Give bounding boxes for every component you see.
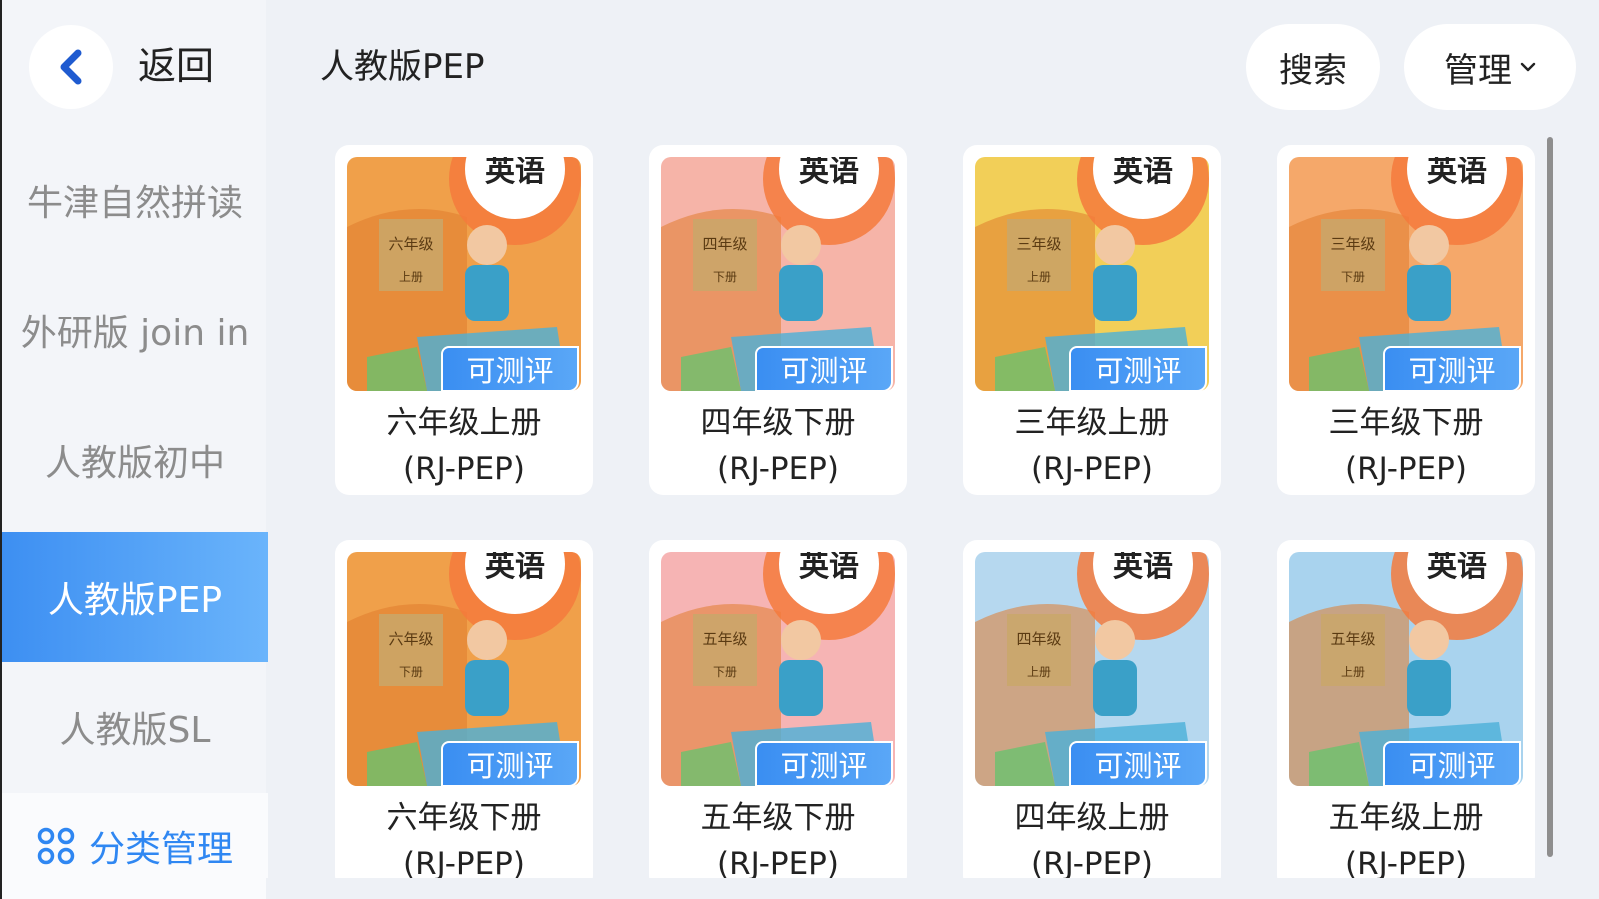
- cover-character-head: [781, 225, 821, 265]
- cover-character-head: [781, 620, 821, 660]
- assessable-badge: 可测评: [755, 741, 893, 787]
- sidebar-item-label: 牛津自然拼读: [26, 183, 243, 224]
- cover-character-body: [779, 660, 823, 716]
- cover-character-body: [1407, 660, 1451, 716]
- page-title: 人教版PEP: [320, 47, 485, 87]
- back-row[interactable]: 返回: [2, 0, 268, 135]
- cover-subject: 英语: [1113, 157, 1173, 189]
- cover-grade: 三年级: [1330, 235, 1375, 253]
- book-edition: (RJ-PEP): [717, 451, 839, 487]
- cover-subject: 英语: [485, 552, 545, 584]
- book-card[interactable]: 英语 三年级 下册 可测评 三年级下册 (RJ-PEP): [1277, 145, 1535, 495]
- cover-volume: 上册: [399, 270, 423, 284]
- sidebar-item-label: 人教版初中: [44, 443, 225, 484]
- cover-character-body: [1093, 265, 1137, 321]
- book-title: 六年级上册: [386, 405, 542, 441]
- sidebar-item-label: 外研版 join in: [20, 313, 250, 354]
- cover-character-body: [465, 660, 509, 716]
- cover-grade: 六年级: [388, 235, 433, 253]
- cover-character-head: [1409, 620, 1449, 660]
- manage-dropdown[interactable]: 管理: [1404, 24, 1576, 110]
- sidebar: 返回 牛津自然拼读 外研版 join in 人教版初中 人教版PEP 人教版SL…: [0, 0, 268, 899]
- chevron-left-icon: [60, 49, 82, 85]
- cover-subject: 英语: [485, 157, 545, 189]
- cover-volume: 下册: [1341, 270, 1365, 284]
- assessable-badge: 可测评: [441, 741, 579, 787]
- assessable-badge: 可测评: [1383, 741, 1521, 787]
- book-card[interactable]: 英语 六年级 下册 可测评 六年级下册 (RJ-PEP): [335, 540, 593, 890]
- search-button[interactable]: 搜索: [1246, 24, 1380, 110]
- cover-character-head: [467, 620, 507, 660]
- book-title: 六年级下册: [386, 800, 542, 836]
- cover-character-body: [1407, 265, 1451, 321]
- cover-grade: 五年级: [702, 630, 747, 648]
- book-title: 五年级上册: [1328, 800, 1484, 836]
- cover-subject: 英语: [1427, 552, 1487, 584]
- cover-subject: 英语: [1113, 552, 1173, 584]
- sidebar-item-junior-high[interactable]: 人教版初中: [2, 395, 268, 525]
- cover-volume: 上册: [1341, 665, 1365, 679]
- scroll-fade: [266, 878, 1599, 899]
- cover-character-body: [779, 265, 823, 321]
- cover-character-head: [1095, 225, 1135, 265]
- cover-subject: 英语: [799, 552, 859, 584]
- book-edition: (RJ-PEP): [403, 451, 525, 487]
- scrollbar[interactable]: [1547, 137, 1553, 857]
- assessable-badge: 可测评: [1069, 346, 1207, 392]
- sidebar-item-join-in[interactable]: 外研版 join in: [2, 265, 268, 395]
- cover-grade: 三年级: [1016, 235, 1061, 253]
- assessable-badge: 可测评: [441, 346, 579, 392]
- sidebar-item-sl[interactable]: 人教版SL: [2, 662, 268, 792]
- book-title: 五年级下册: [700, 800, 856, 836]
- cover-subject: 英语: [1427, 157, 1487, 189]
- book-title: 四年级下册: [700, 405, 856, 441]
- assessable-badge: 可测评: [1383, 346, 1521, 392]
- cover-volume: 上册: [1027, 270, 1051, 284]
- grid-icon: [37, 827, 75, 865]
- book-card[interactable]: 英语 五年级 下册 可测评 五年级下册 (RJ-PEP): [649, 540, 907, 890]
- cover-character-head: [1095, 620, 1135, 660]
- book-card[interactable]: 英语 六年级 上册 可测评 六年级上册 (RJ-PEP): [335, 145, 593, 495]
- assessable-badge: 可测评: [1069, 741, 1207, 787]
- book-title: 三年级下册: [1328, 405, 1484, 441]
- cover-character-head: [1409, 225, 1449, 265]
- book-edition: (RJ-PEP): [1031, 451, 1153, 487]
- book-card[interactable]: 英语 四年级 下册 可测评 四年级下册 (RJ-PEP): [649, 145, 907, 495]
- sidebar-item-label: 人教版PEP: [47, 580, 223, 621]
- cover-subject: 英语: [799, 157, 859, 189]
- book-title: 三年级上册: [1014, 405, 1170, 441]
- book-title: 四年级上册: [1014, 800, 1170, 836]
- chevron-down-icon: [1520, 62, 1536, 72]
- cover-grade: 四年级: [1016, 630, 1061, 648]
- cover-character-body: [1093, 660, 1137, 716]
- book-edition: (RJ-PEP): [1345, 451, 1467, 487]
- cover-volume: 下册: [713, 270, 737, 284]
- book-card[interactable]: 英语 三年级 上册 可测评 三年级上册 (RJ-PEP): [963, 145, 1221, 495]
- cover-volume: 下册: [713, 665, 737, 679]
- book-card[interactable]: 英语 五年级 上册 可测评 五年级上册 (RJ-PEP): [1277, 540, 1535, 890]
- cover-character-head: [467, 225, 507, 265]
- assessable-badge: 可测评: [755, 346, 893, 392]
- cover-character-body: [465, 265, 509, 321]
- category-manage-label: 分类管理: [88, 829, 233, 870]
- sidebar-item-pep[interactable]: 人教版PEP: [2, 532, 268, 662]
- cover-volume: 下册: [399, 665, 423, 679]
- cover-volume: 上册: [1027, 665, 1051, 679]
- book-card[interactable]: 英语 四年级 上册 可测评 四年级上册 (RJ-PEP): [963, 540, 1221, 890]
- sidebar-item-oxford-phonics[interactable]: 牛津自然拼读: [2, 135, 268, 265]
- sidebar-item-label: 人教版SL: [59, 710, 211, 751]
- cover-grade: 四年级: [702, 235, 747, 253]
- back-button[interactable]: [29, 25, 113, 109]
- category-manage-button[interactable]: 分类管理: [2, 793, 268, 899]
- manage-label: 管理: [1444, 50, 1512, 91]
- back-label[interactable]: 返回: [138, 40, 214, 92]
- cover-grade: 六年级: [388, 630, 433, 648]
- search-label: 搜索: [1279, 50, 1347, 91]
- cover-grade: 五年级: [1330, 630, 1375, 648]
